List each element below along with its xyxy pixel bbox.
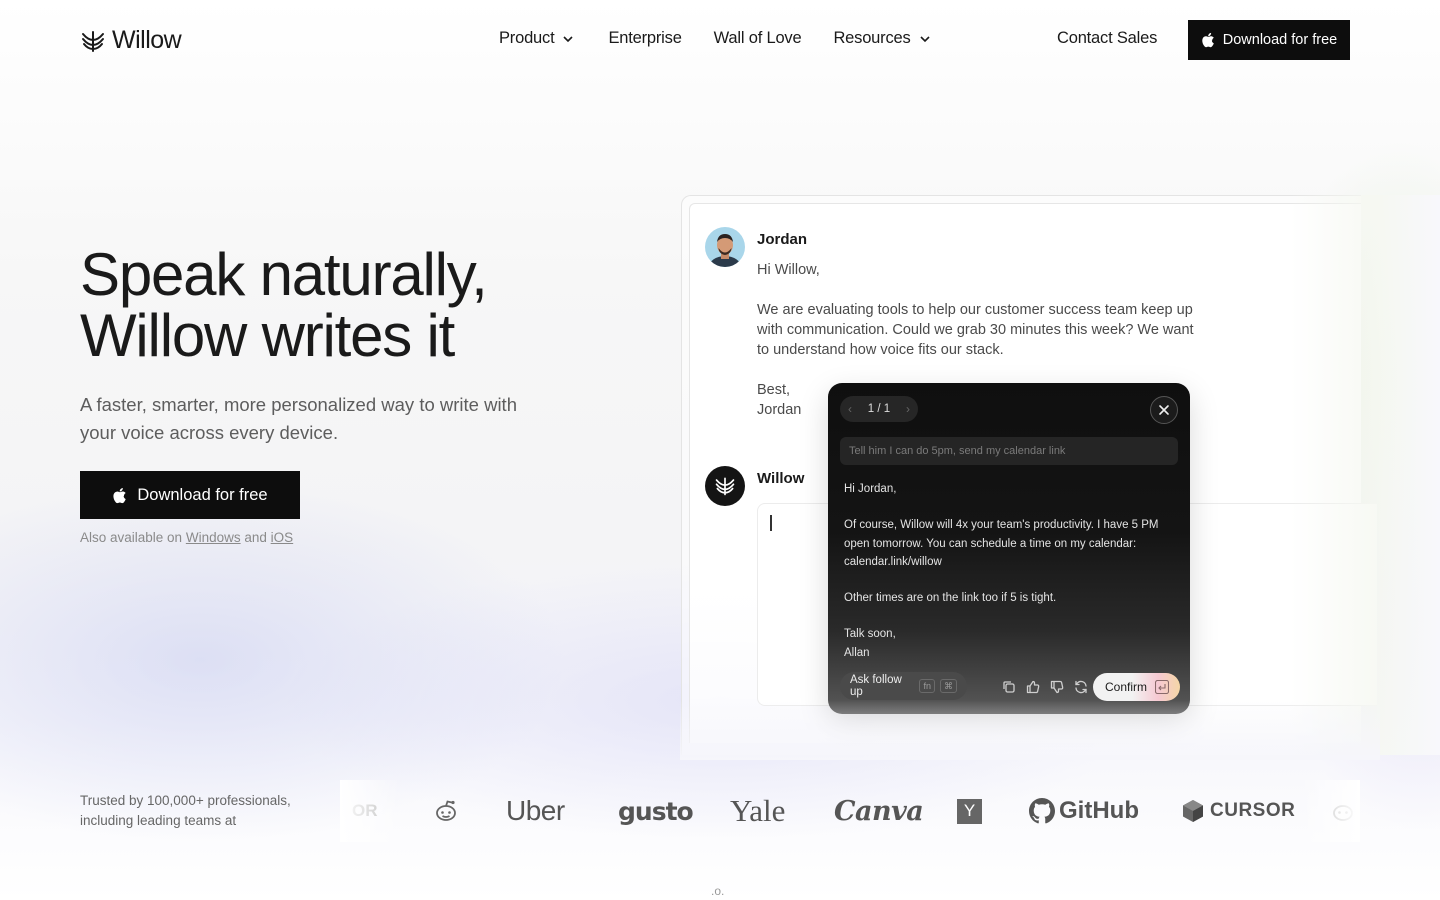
github-icon	[1029, 798, 1055, 824]
customer-logos: OR Uber gusto Yale Canva Y GitHub CURSOR	[340, 780, 1360, 842]
top-nav: Willow Product Enterprise Wall of Love R…	[0, 0, 1440, 80]
scroll-indicator: .o.	[711, 884, 725, 898]
nav-wall-of-love[interactable]: Wall of Love	[714, 29, 802, 48]
apple-icon	[1202, 32, 1214, 48]
hero-title-line2: Willow writes it	[80, 302, 455, 369]
apple-icon	[113, 487, 127, 503]
bottom-fade	[680, 700, 1380, 760]
nav-resources[interactable]: Resources	[833, 29, 932, 48]
nav-links: Product Enterprise Wall of Love Resource…	[499, 29, 933, 48]
hero-download-button[interactable]: Download for free	[80, 471, 300, 519]
logos-fade-left	[340, 780, 400, 842]
prompt-field[interactable]: Tell him I can do 5pm, send my calendar …	[840, 437, 1178, 465]
cursor-logo: CURSOR	[1182, 780, 1295, 842]
willow-logo-icon	[82, 30, 104, 52]
fn-key: fn	[919, 679, 935, 693]
enter-key-icon	[1155, 680, 1170, 694]
email-sender: Jordan	[757, 231, 808, 248]
nav-enterprise[interactable]: Enterprise	[608, 29, 681, 48]
right-fade	[1290, 195, 1440, 755]
reply-actions	[1001, 679, 1089, 695]
logo-text: Willow	[112, 26, 182, 54]
copy-icon[interactable]	[1001, 679, 1017, 695]
pager: ‹ 1 / 1 ›	[840, 396, 918, 422]
gusto-logo: gusto	[618, 796, 694, 826]
avatar	[705, 227, 745, 267]
logos-fade-right	[1300, 780, 1360, 842]
hero-subtitle: A faster, smarter, more personalized way…	[80, 394, 517, 443]
contact-sales-link[interactable]: Contact Sales	[1057, 29, 1157, 48]
hero-title-line1: Speak naturally,	[80, 241, 488, 308]
also-available: Also available on Windows and iOS	[80, 530, 294, 545]
logo[interactable]: Willow	[80, 26, 182, 55]
willow-avatar	[705, 466, 745, 506]
close-button[interactable]	[1150, 396, 1178, 424]
github-logo: GitHub	[1029, 780, 1139, 842]
canva-logo: Canva	[834, 795, 924, 827]
regenerate-icon[interactable]	[1073, 679, 1089, 695]
chevron-right-icon[interactable]: ›	[906, 402, 910, 416]
close-icon	[1159, 405, 1169, 415]
uber-logo: Uber	[506, 795, 565, 826]
ycombinator-logo: Y	[957, 780, 982, 842]
willow-logo-icon	[715, 477, 735, 496]
hero-title: Speak naturally, Willow writes it	[80, 244, 640, 366]
windows-link[interactable]: Windows	[186, 530, 241, 545]
thumbs-up-icon[interactable]	[1025, 679, 1041, 695]
confirm-button[interactable]: Confirm	[1093, 673, 1180, 701]
nav-product[interactable]: Product	[499, 29, 576, 48]
cmd-key: ⌘	[940, 679, 957, 693]
chevron-left-icon[interactable]: ‹	[848, 402, 852, 416]
chevron-down-icon	[563, 35, 574, 42]
text-caret	[770, 515, 772, 531]
yale-logo: Yale	[730, 793, 786, 828]
cursor-cube-icon	[1183, 800, 1203, 822]
trusted-by-text: Trusted by 100,000+ professionals, inclu…	[80, 793, 291, 828]
generated-reply: Hi Jordan, Of course, Willow will 4x you…	[844, 483, 1159, 659]
willow-name: Willow	[757, 470, 805, 487]
reddit-logo-icon	[433, 780, 459, 842]
suggestion-popup: ‹ 1 / 1 › Tell him I can do 5pm, send my…	[828, 383, 1190, 714]
ask-follow-up-button[interactable]: Ask follow up fn ⌘	[840, 672, 967, 700]
thumbs-down-icon[interactable]	[1049, 679, 1065, 695]
ios-link[interactable]: iOS	[271, 530, 294, 545]
nav-download-button[interactable]: Download for free	[1188, 20, 1350, 60]
chevron-down-icon	[919, 35, 930, 42]
